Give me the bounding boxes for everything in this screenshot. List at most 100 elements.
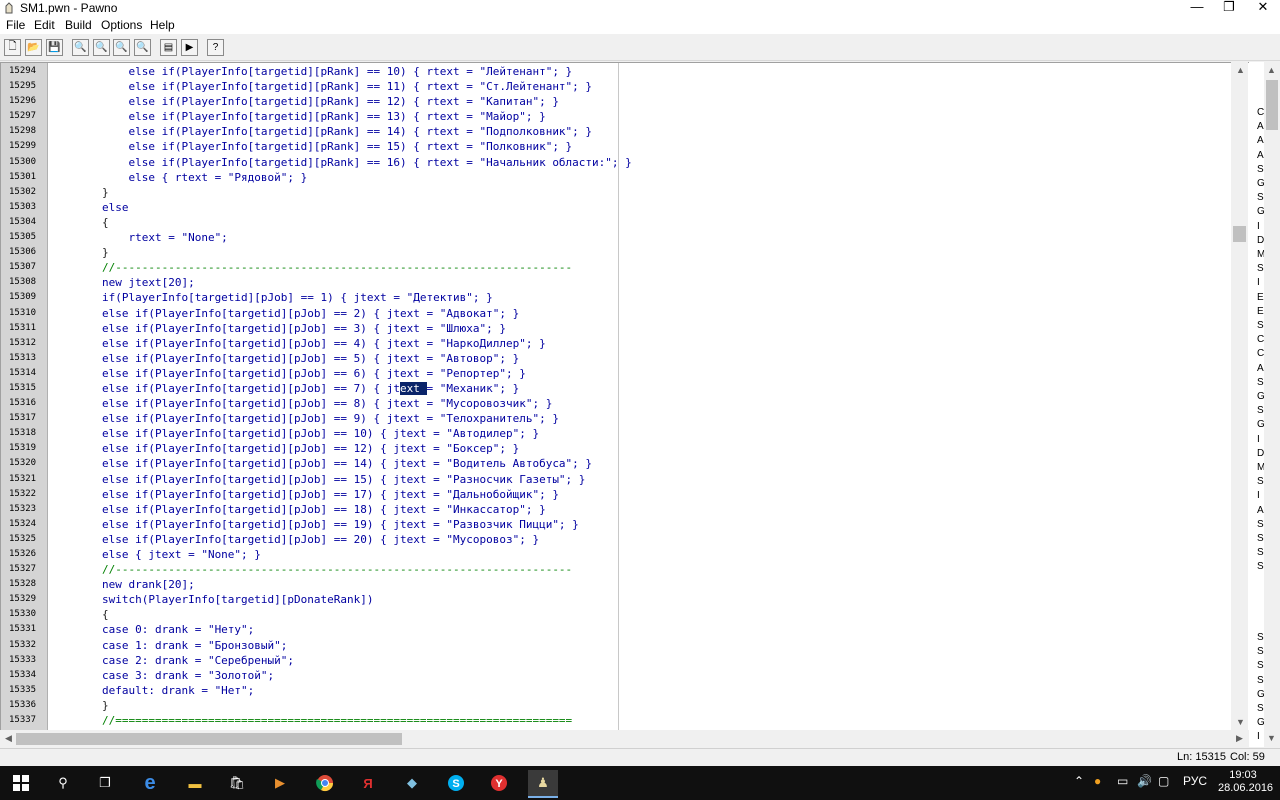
edge-browser-icon[interactable]: e <box>135 770 165 796</box>
code-line[interactable]: 15311 else if(PlayerInfo[targetid][pJob]… <box>1 321 1249 336</box>
scroll-down-icon[interactable]: ▼ <box>1236 717 1245 727</box>
function-list-item[interactable]: I <box>1257 221 1260 232</box>
compile-button[interactable]: ▶ <box>181 39 198 56</box>
code-line[interactable]: 15300 else if(PlayerInfo[targetid][pRank… <box>1 155 1249 170</box>
code-line[interactable]: 15310 else if(PlayerInfo[targetid][pJob]… <box>1 306 1249 321</box>
language-indicator[interactable]: РУС <box>1183 774 1207 788</box>
function-list-scroll-down-icon[interactable]: ▼ <box>1267 733 1276 743</box>
code-line[interactable]: 15328 new drank[20]; <box>1 577 1249 592</box>
code-line[interactable]: 15327 //--------------------------------… <box>1 562 1249 577</box>
function-list-item[interactable]: S <box>1257 164 1264 175</box>
function-list-item[interactable]: S <box>1257 533 1264 544</box>
code-line[interactable]: 15319 else if(PlayerInfo[targetid][pJob]… <box>1 441 1249 456</box>
function-list-scroll-up-icon[interactable]: ▲ <box>1267 65 1276 75</box>
replace-all-button[interactable]: 🔍 <box>134 39 151 56</box>
new-file-button[interactable]: 🗋 <box>4 39 21 56</box>
code-line[interactable]: 15306 } <box>1 245 1249 260</box>
store-icon[interactable]: 🛍 <box>222 770 252 796</box>
code-line[interactable]: 15317 else if(PlayerInfo[targetid][pJob]… <box>1 411 1249 426</box>
horizontal-scroll-thumb[interactable] <box>16 733 402 745</box>
function-list-item[interactable]: S <box>1257 561 1264 572</box>
code-line[interactable]: 15302 } <box>1 185 1249 200</box>
function-list-item[interactable]: S <box>1257 405 1264 416</box>
code-line[interactable]: 15337 //================================… <box>1 713 1249 728</box>
function-list-item[interactable]: S <box>1257 519 1264 530</box>
function-list-item[interactable]: S <box>1257 377 1264 388</box>
code-line[interactable]: 15320 else if(PlayerInfo[targetid][pJob]… <box>1 456 1249 471</box>
menu-help[interactable]: Help <box>150 18 175 32</box>
tray-network-icon[interactable]: ▭ <box>1117 774 1128 788</box>
code-line[interactable]: 15314 else if(PlayerInfo[targetid][pJob]… <box>1 366 1249 381</box>
skype-icon[interactable]: S <box>441 770 471 796</box>
code-line[interactable]: 15304 { <box>1 215 1249 230</box>
function-list-item[interactable]: I <box>1257 731 1260 742</box>
code-line[interactable]: 15297 else if(PlayerInfo[targetid][pRank… <box>1 109 1249 124</box>
code-line[interactable]: 15336 } <box>1 698 1249 713</box>
save-file-button[interactable]: 💾 <box>46 39 63 56</box>
function-list-item[interactable]: S <box>1257 646 1264 657</box>
code-line[interactable]: 15330 { <box>1 607 1249 622</box>
vertical-scrollbar[interactable] <box>1231 62 1248 730</box>
code-line[interactable]: 15333 case 2: drank = "Серебреный"; <box>1 653 1249 668</box>
function-list-item[interactable]: I <box>1257 277 1260 288</box>
vertical-scroll-thumb[interactable] <box>1233 226 1246 242</box>
scroll-left-icon[interactable]: ◀ <box>5 733 12 744</box>
code-line[interactable]: 15332 case 1: drank = "Бронзовый"; <box>1 638 1249 653</box>
tray-volume-icon[interactable]: 🔊 <box>1137 774 1152 788</box>
function-list-item[interactable]: A <box>1257 363 1264 374</box>
media-player-icon[interactable]: ▶ <box>265 770 295 796</box>
code-line[interactable]: 15303 else <box>1 200 1249 215</box>
task-view-icon[interactable]: ❐ <box>90 770 120 796</box>
start-windows-icon[interactable] <box>6 770 36 796</box>
yandex-icon[interactable]: Я <box>353 770 383 796</box>
code-line[interactable]: 15326 else { jtext = "None"; } <box>1 547 1249 562</box>
notes-app-icon[interactable]: ◆ <box>397 770 427 796</box>
code-line[interactable]: 15316 else if(PlayerInfo[targetid][pJob]… <box>1 396 1249 411</box>
function-list-item[interactable]: I <box>1257 434 1260 445</box>
function-list-item[interactable]: S <box>1257 547 1264 558</box>
code-line[interactable]: 15296 else if(PlayerInfo[targetid][pRank… <box>1 94 1249 109</box>
function-list-item[interactable]: A <box>1257 135 1264 146</box>
help-button[interactable]: ? <box>207 39 224 56</box>
code-line[interactable]: 15323 else if(PlayerInfo[targetid][pJob]… <box>1 502 1249 517</box>
function-list-item[interactable]: S <box>1257 675 1264 686</box>
code-line[interactable]: 15321 else if(PlayerInfo[targetid][pJob]… <box>1 472 1249 487</box>
code-line[interactable]: 15331 case 0: drank = "Нету"; <box>1 622 1249 637</box>
function-list-item[interactable]: S <box>1257 632 1264 643</box>
menu-options[interactable]: Options <box>101 18 142 32</box>
code-line[interactable]: 15322 else if(PlayerInfo[targetid][pJob]… <box>1 487 1249 502</box>
function-list-item[interactable]: S <box>1257 703 1264 714</box>
function-list-item[interactable]: S <box>1257 263 1264 274</box>
menu-edit[interactable]: Edit <box>34 18 55 32</box>
function-list-item[interactable]: S <box>1257 192 1264 203</box>
function-list-item[interactable]: I <box>1257 490 1260 501</box>
code-line[interactable]: 15294 else if(PlayerInfo[targetid][pRank… <box>1 64 1249 79</box>
code-line[interactable]: 15309 if(PlayerInfo[targetid][pJob] == 1… <box>1 290 1249 305</box>
menu-file[interactable]: File <box>6 18 25 32</box>
chrome-icon[interactable] <box>310 770 340 796</box>
code-line[interactable]: 15313 else if(PlayerInfo[targetid][pJob]… <box>1 351 1249 366</box>
function-list-item[interactable]: E <box>1257 292 1264 303</box>
menu-build[interactable]: Build <box>65 18 92 32</box>
code-line[interactable]: 15315 else if(PlayerInfo[targetid][pJob]… <box>1 381 1249 396</box>
scroll-right-icon[interactable]: ▶ <box>1236 733 1243 744</box>
function-list-item[interactable]: A <box>1257 150 1264 161</box>
function-list-button[interactable]: ▤ <box>160 39 177 56</box>
code-line[interactable]: 15301 else { rtext = "Рядовой"; } <box>1 170 1249 185</box>
code-line[interactable]: 15324 else if(PlayerInfo[targetid][pJob]… <box>1 517 1249 532</box>
code-line[interactable]: 15312 else if(PlayerInfo[targetid][pJob]… <box>1 336 1249 351</box>
code-editor[interactable]: 15294 else if(PlayerInfo[targetid][pRank… <box>0 62 1249 730</box>
function-list-scroll-thumb[interactable] <box>1266 80 1278 130</box>
find-next-button[interactable]: 🔍 <box>93 39 110 56</box>
tray-overflow-chevron-icon[interactable]: ⌃ <box>1074 774 1084 788</box>
code-line[interactable]: 15308 new jtext[20]; <box>1 275 1249 290</box>
function-list-scrollbar[interactable] <box>1264 62 1280 747</box>
yandex-browser-icon[interactable]: Y <box>484 770 514 796</box>
tray-app-icon[interactable]: ● <box>1094 774 1101 788</box>
tray-notification-icon[interactable]: ▢ <box>1158 774 1169 788</box>
function-list-item[interactable]: S <box>1257 476 1264 487</box>
minimize-button[interactable]: — <box>1180 0 1214 16</box>
system-clock[interactable]: 19:03 28.06.2016 <box>1218 769 1273 795</box>
code-line[interactable]: 15298 else if(PlayerInfo[targetid][pRank… <box>1 124 1249 139</box>
code-line[interactable]: 15325 else if(PlayerInfo[targetid][pJob]… <box>1 532 1249 547</box>
